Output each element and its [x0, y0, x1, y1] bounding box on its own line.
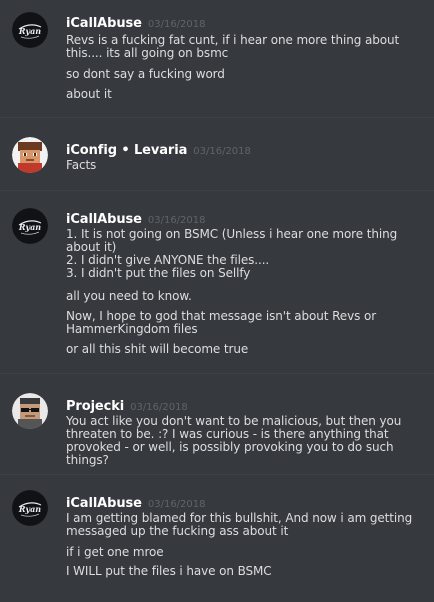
message-text: 1. It is not going on BSMC (Unless i hea… [66, 227, 398, 280]
message-text: Facts [66, 158, 97, 172]
message-timestamp: 03/16/2018 [147, 19, 206, 30]
ryan-logo-avatar[interactable]: Ryan [12, 490, 48, 526]
message-timestamp: 03/16/2018 [130, 402, 188, 413]
message-text: so dont say a fucking word [66, 67, 225, 81]
ryan-logo-avatar[interactable]: Ryan [12, 12, 48, 48]
message-text: You act like you don't want to be malici… [66, 414, 402, 467]
message-text: Revs is a fucking fat cunt, if i hear on… [66, 33, 400, 60]
message-author[interactable]: iCallAbuse [66, 212, 142, 227]
message-group: Ryan iCallAbuse 03/16/2018 I am getting b… [0, 476, 434, 602]
svg-text:Ryan: Ryan [18, 222, 41, 232]
svg-text:Ryan: Ryan [18, 504, 41, 514]
message-timestamp: 03/16/2018 [147, 499, 206, 510]
message-timestamp: 03/16/2018 [147, 215, 206, 226]
message-text: if i get one mroe [66, 545, 164, 559]
message-text: Now, I hope to god that message isn't ab… [66, 309, 377, 336]
message-text: all you need to know. [66, 289, 192, 303]
message-group: Ryan iCallAbuse 03/16/2018 Revs is a fuck… [0, 0, 434, 118]
message-author[interactable]: Projecki [66, 399, 124, 414]
message-author[interactable]: iConfig • Levaria [66, 143, 187, 158]
message-text: or all this shit will become true [66, 342, 249, 356]
message-group: Projecki 03/16/2018 You act like you don'… [0, 375, 434, 475]
message-timestamp: 03/16/2018 [193, 146, 251, 157]
message-text: I WILL put the files i have on BSMC [66, 564, 272, 578]
ryan-logo-avatar[interactable]: Ryan [12, 208, 48, 244]
sunglasses-character-avatar[interactable] [12, 393, 48, 429]
message-author[interactable]: iCallAbuse [66, 16, 142, 31]
message-group: Ryan iCallAbuse 03/16/2018 1. It is not g… [0, 192, 434, 374]
svg-text:Ryan: Ryan [18, 26, 41, 36]
message-group: iConfig • Levaria 03/16/2018 Facts [0, 119, 434, 191]
message-author[interactable]: iCallAbuse [66, 496, 142, 511]
chat-messages: Ryan iCallAbuse 03/16/2018 Revs is a fuck… [0, 0, 434, 602]
message-text: about it [66, 87, 112, 101]
message-text: I am getting blamed for this bullshit, A… [66, 511, 413, 538]
pixel-character-avatar[interactable] [12, 137, 48, 173]
